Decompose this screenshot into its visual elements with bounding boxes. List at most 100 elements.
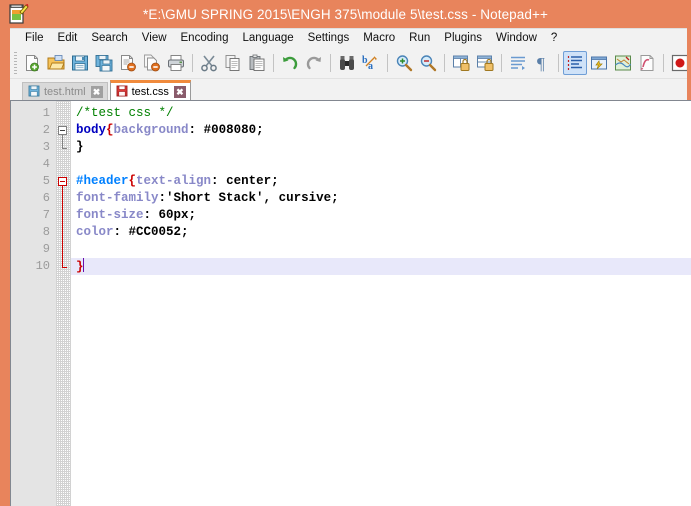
save-all-icon[interactable] <box>92 51 116 75</box>
code-token: background <box>113 123 189 137</box>
saved-file-icon <box>28 85 40 100</box>
editor-area[interactable]: 1 2 3 4 5 6 7 8 9 10 /*test css */ body{… <box>10 100 691 506</box>
line-number-gutter: 1 2 3 4 5 6 7 8 9 10 <box>11 101 56 506</box>
undo-icon[interactable] <box>278 51 302 75</box>
fold-cell <box>56 207 71 224</box>
fold-cell <box>56 258 71 275</box>
code-line-10: } <box>71 258 691 275</box>
close-all-files-icon[interactable] <box>140 51 164 75</box>
zoom-out-icon[interactable] <box>416 51 440 75</box>
menu-item-encoding[interactable]: Encoding <box>174 31 236 46</box>
copy-icon[interactable] <box>221 51 245 75</box>
fold-line <box>62 186 63 207</box>
tab-label: test.html <box>44 86 86 98</box>
toolbar-separator <box>273 54 274 72</box>
code-text-area[interactable]: /*test css */ body{background: #008080; … <box>71 101 691 506</box>
cut-scissors-icon[interactable] <box>197 51 221 75</box>
menu-item-file[interactable]: File <box>18 31 51 46</box>
new-file-icon[interactable] <box>20 51 44 75</box>
fold-collapse-icon[interactable] <box>58 126 67 135</box>
menu-item-settings[interactable]: Settings <box>301 31 357 46</box>
find-binoculars-icon[interactable] <box>335 51 359 75</box>
close-file-icon[interactable] <box>116 51 140 75</box>
menu-item-view[interactable]: View <box>135 31 174 46</box>
menu-item-search[interactable]: Search <box>84 31 134 46</box>
sync-vertical-icon[interactable] <box>449 51 473 75</box>
code-line-7: font-size: 60px; <box>71 207 691 224</box>
line-number: 5 <box>42 174 50 188</box>
menu-item-run[interactable]: Run <box>402 31 437 46</box>
redo-icon[interactable] <box>302 51 326 75</box>
line-number: 6 <box>42 191 50 205</box>
toolbar-separator <box>387 54 388 72</box>
open-folder-icon[interactable] <box>44 51 68 75</box>
fold-collapse-icon[interactable] <box>58 177 67 186</box>
code-token: { <box>128 174 137 188</box>
code-line-1: /*test css */ <box>71 105 691 122</box>
line-number: 9 <box>42 242 50 256</box>
replace-icon[interactable]: b a <box>359 51 383 75</box>
fold-cell <box>56 186 71 207</box>
menu-item-plugins[interactable]: Plugins <box>437 31 489 46</box>
line-number: 7 <box>42 208 50 222</box>
print-icon[interactable] <box>164 51 188 75</box>
close-icon[interactable]: ✖ <box>90 86 103 98</box>
fold-cell <box>56 224 71 241</box>
fold-end-marker <box>62 148 67 149</box>
sync-horizontal-icon[interactable] <box>473 51 497 75</box>
line-number: 4 <box>42 157 50 171</box>
svg-text:¶: ¶ <box>537 54 545 72</box>
code-token: : <box>158 191 167 205</box>
code-token: body <box>76 123 107 137</box>
notepadpp-window: *E:\GMU SPRING 2015\ENGH 375\module 5\te… <box>0 0 691 506</box>
code-token: { <box>106 123 114 137</box>
fold-cell <box>56 135 71 156</box>
toolbar-separator <box>444 54 445 72</box>
function-list-icon[interactable] <box>635 51 659 75</box>
save-icon[interactable] <box>68 51 92 75</box>
word-wrap-icon[interactable] <box>506 51 530 75</box>
fold-toggle-body[interactable] <box>56 122 71 139</box>
code-token: } <box>76 140 84 154</box>
close-icon[interactable]: ✖ <box>173 86 186 98</box>
fold-line <box>62 135 63 148</box>
code-token: : <box>211 174 219 188</box>
code-line-5: #header{text-align: center; <box>71 173 691 190</box>
toolbar-separator <box>501 54 502 72</box>
fold-toggle-header[interactable] <box>56 173 71 190</box>
user-defined-dialog-icon[interactable] <box>587 51 611 75</box>
fold-line <box>62 258 63 267</box>
menu-item-window[interactable]: Window <box>489 31 544 46</box>
fold-line <box>62 224 63 241</box>
tab-test-css[interactable]: test.css ✖ <box>109 80 191 101</box>
code-token: font-size <box>76 208 144 222</box>
text-caret <box>82 258 84 272</box>
paste-icon[interactable] <box>245 51 269 75</box>
indent-guide-icon[interactable] <box>563 51 587 75</box>
code-token: 60px; <box>158 208 197 222</box>
code-token: #008080; <box>203 123 264 137</box>
menu-item-help[interactable]: ? <box>544 31 564 46</box>
code-line-2: body{background: #008080; <box>71 122 691 139</box>
menu-item-edit[interactable]: Edit <box>51 31 85 46</box>
tab-test-html[interactable]: test.html ✖ <box>22 82 108 101</box>
code-folding-margin[interactable] <box>56 101 71 506</box>
toolbar-grip[interactable] <box>14 52 17 74</box>
menu-item-macro[interactable]: Macro <box>356 31 402 46</box>
fold-line <box>62 207 63 224</box>
menu-bar: File Edit Search View Encoding Language … <box>10 28 687 48</box>
code-token: : <box>188 123 197 137</box>
tab-label: test.css <box>131 86 169 98</box>
fold-cell <box>56 156 71 173</box>
code-token: #CC0052; <box>128 225 189 239</box>
line-number: 10 <box>35 259 50 273</box>
menu-item-language[interactable]: Language <box>235 31 300 46</box>
toolbar-separator <box>663 54 664 72</box>
document-map-icon[interactable] <box>611 51 635 75</box>
macro-record-icon[interactable] <box>668 51 687 75</box>
zoom-in-icon[interactable] <box>392 51 416 75</box>
pilcrow-icon[interactable]: ¶ <box>530 51 554 75</box>
